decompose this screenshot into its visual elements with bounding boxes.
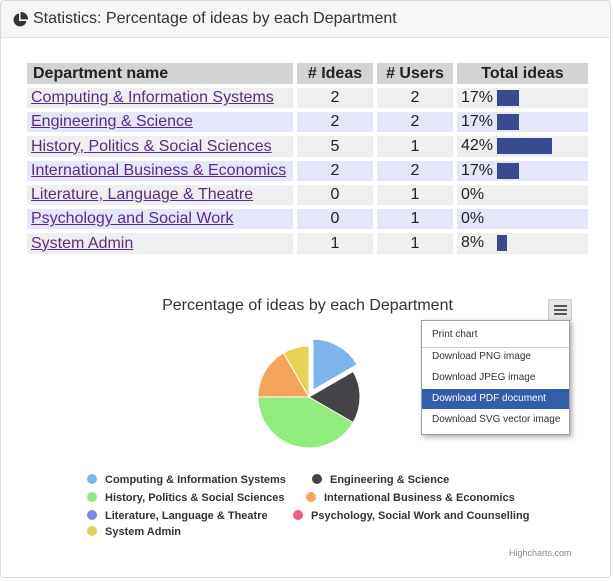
legend-dot [312, 474, 322, 484]
hamburger-icon-line [554, 305, 567, 307]
menu-item-download-jpeg[interactable]: Download JPEG image [422, 368, 569, 388]
menu-item-download-png[interactable]: Download PNG image [422, 347, 569, 367]
legend-item[interactable]: Computing & Information Systems [87, 474, 286, 486]
legend-dot [87, 474, 97, 484]
statistics-panel: Statistics: Percentage of ideas by each … [0, 0, 611, 578]
legend-dot [87, 526, 97, 536]
hamburger-icon-line [554, 309, 567, 311]
legend-dot [306, 492, 316, 502]
legend-label: Literature, Language & Theatre [105, 510, 268, 522]
chart-title: Percentage of ideas by each Department [162, 297, 453, 314]
legend-dot [293, 510, 303, 520]
legend-item[interactable]: Engineering & Science [312, 474, 449, 486]
hamburger-icon-line [554, 313, 567, 315]
menu-item-download-svg[interactable]: Download SVG vector image [422, 410, 569, 430]
chart-export-menu: Print chart Download PNG image Download … [421, 320, 570, 435]
highcharts-credits-link[interactable]: Highcharts.com [509, 548, 572, 558]
legend-label: Psychology, Social Work and Counselling [311, 510, 530, 522]
legend-item[interactable]: System Admin [87, 526, 181, 538]
legend-item[interactable]: History, Politics & Social Sciences [87, 492, 285, 504]
legend-label: Computing & Information Systems [105, 474, 286, 486]
legend-dot [87, 492, 97, 502]
legend-label: History, Politics & Social Sciences [105, 492, 285, 504]
legend-item[interactable]: Psychology, Social Work and Counselling [293, 510, 529, 522]
menu-item-print-chart[interactable]: Print chart [422, 325, 569, 345]
legend-label: International Business & Economics [324, 492, 515, 504]
legend-item[interactable]: International Business & Economics [306, 492, 515, 504]
legend-item[interactable]: Literature, Language & Theatre [87, 510, 268, 522]
legend-label: Engineering & Science [330, 474, 450, 486]
chart-menu-button[interactable] [548, 299, 572, 321]
legend-dot [87, 510, 97, 520]
legend-label: System Admin [105, 526, 182, 538]
menu-item-download-pdf[interactable]: Download PDF document [422, 389, 569, 409]
